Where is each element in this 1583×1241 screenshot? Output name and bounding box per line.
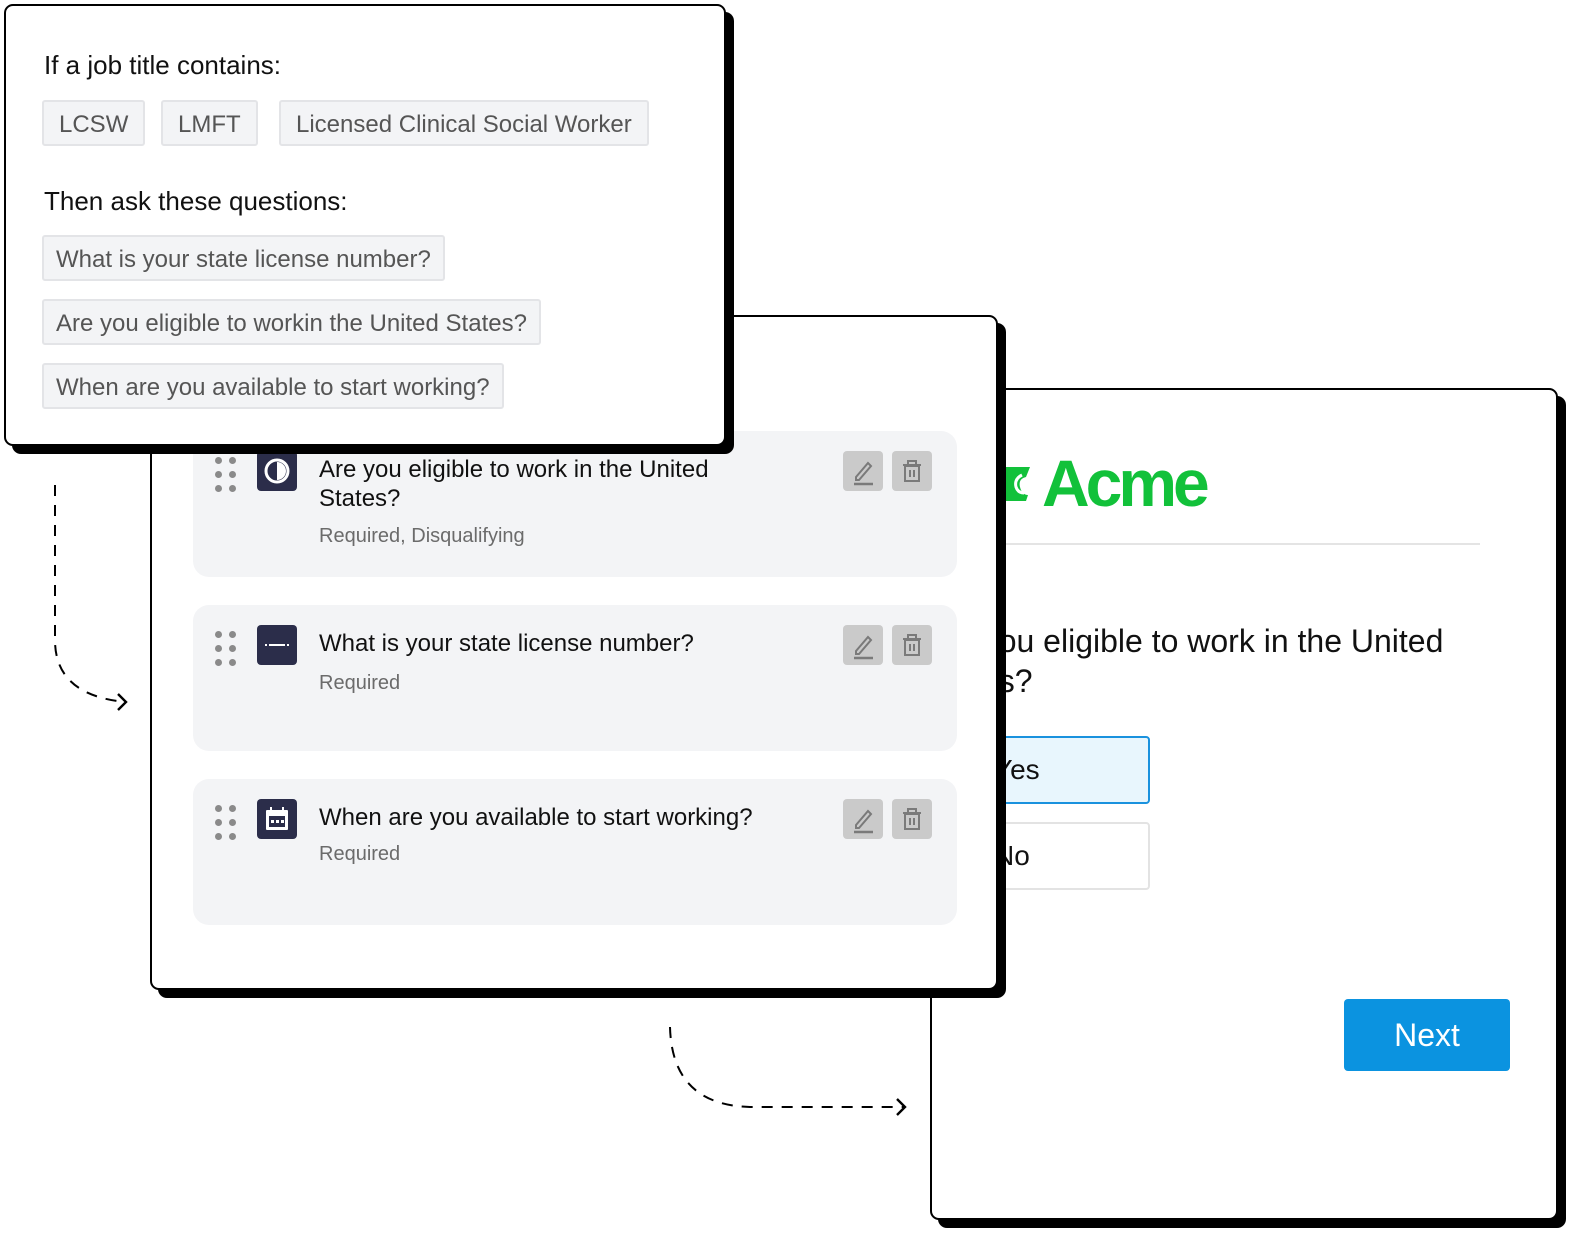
action-heading: Then ask these questions: (44, 186, 348, 216)
question-title: What is your state license number? (319, 630, 694, 657)
question-chip[interactable]: Are you eligible to workin the United St… (42, 299, 541, 345)
preview-question-text: Are you eligible to work in the United S… (932, 623, 1444, 699)
edit-button[interactable] (843, 625, 883, 665)
delete-button[interactable] (892, 625, 932, 665)
job-title-keyword-chip[interactable]: LMFT (161, 100, 258, 146)
question-meta: Required (319, 672, 401, 694)
question-title: When are you available to start working? (319, 804, 753, 831)
job-title-keyword-chip[interactable]: Licensed Clinical Social Worker (279, 100, 649, 146)
question-card[interactable]: Are you eligible to work in the United S… (193, 431, 957, 577)
option-label: No (994, 840, 1030, 871)
flow-arrow-rules-to-builder (54, 485, 128, 711)
screening-rule-panel: If a job title contains: LCSW LMFT Licen… (4, 4, 726, 446)
trash-icon (903, 460, 921, 482)
edit-icon (854, 461, 873, 486)
edit-button[interactable] (843, 451, 883, 491)
edit-button[interactable] (843, 799, 883, 839)
brand-name: Acme (1042, 446, 1210, 520)
question-chip[interactable]: What is your state license number? (42, 235, 445, 281)
question-card[interactable]: When are you available to start working?… (193, 779, 957, 925)
short-text-icon (257, 625, 297, 665)
drag-handle-icon[interactable] (215, 805, 239, 841)
delete-button[interactable] (892, 451, 932, 491)
question-card[interactable]: What is your state license number? Requi… (193, 605, 957, 751)
edit-icon (854, 809, 873, 834)
trash-icon (903, 634, 921, 656)
drag-handle-icon[interactable] (215, 457, 239, 493)
delete-button[interactable] (892, 799, 932, 839)
question-title: Are you eligible to work in the United S… (319, 456, 709, 512)
header-divider (932, 543, 1480, 545)
yes-no-icon (257, 451, 297, 491)
condition-heading: If a job title contains: (44, 50, 282, 80)
application-preview-panel: Acme Are you eligible to work in the Uni… (930, 388, 1558, 1220)
preview-question: Are you eligible to work in the United S… (932, 621, 1452, 701)
edit-icon (854, 635, 873, 660)
option-label: Yes (994, 754, 1040, 785)
question-chip[interactable]: When are you available to start working? (42, 363, 504, 409)
calendar-icon (257, 799, 297, 839)
next-button[interactable]: Next (1344, 999, 1510, 1071)
question-meta: Required, Disqualifying (319, 525, 525, 547)
question-meta: Required (319, 843, 401, 865)
brand-logo: Acme (982, 446, 1210, 520)
flow-arrow-builder-to-preview (669, 1026, 907, 1116)
drag-handle-icon[interactable] (215, 631, 239, 667)
job-title-keyword-chip[interactable]: LCSW (42, 100, 146, 146)
trash-icon (903, 808, 921, 830)
